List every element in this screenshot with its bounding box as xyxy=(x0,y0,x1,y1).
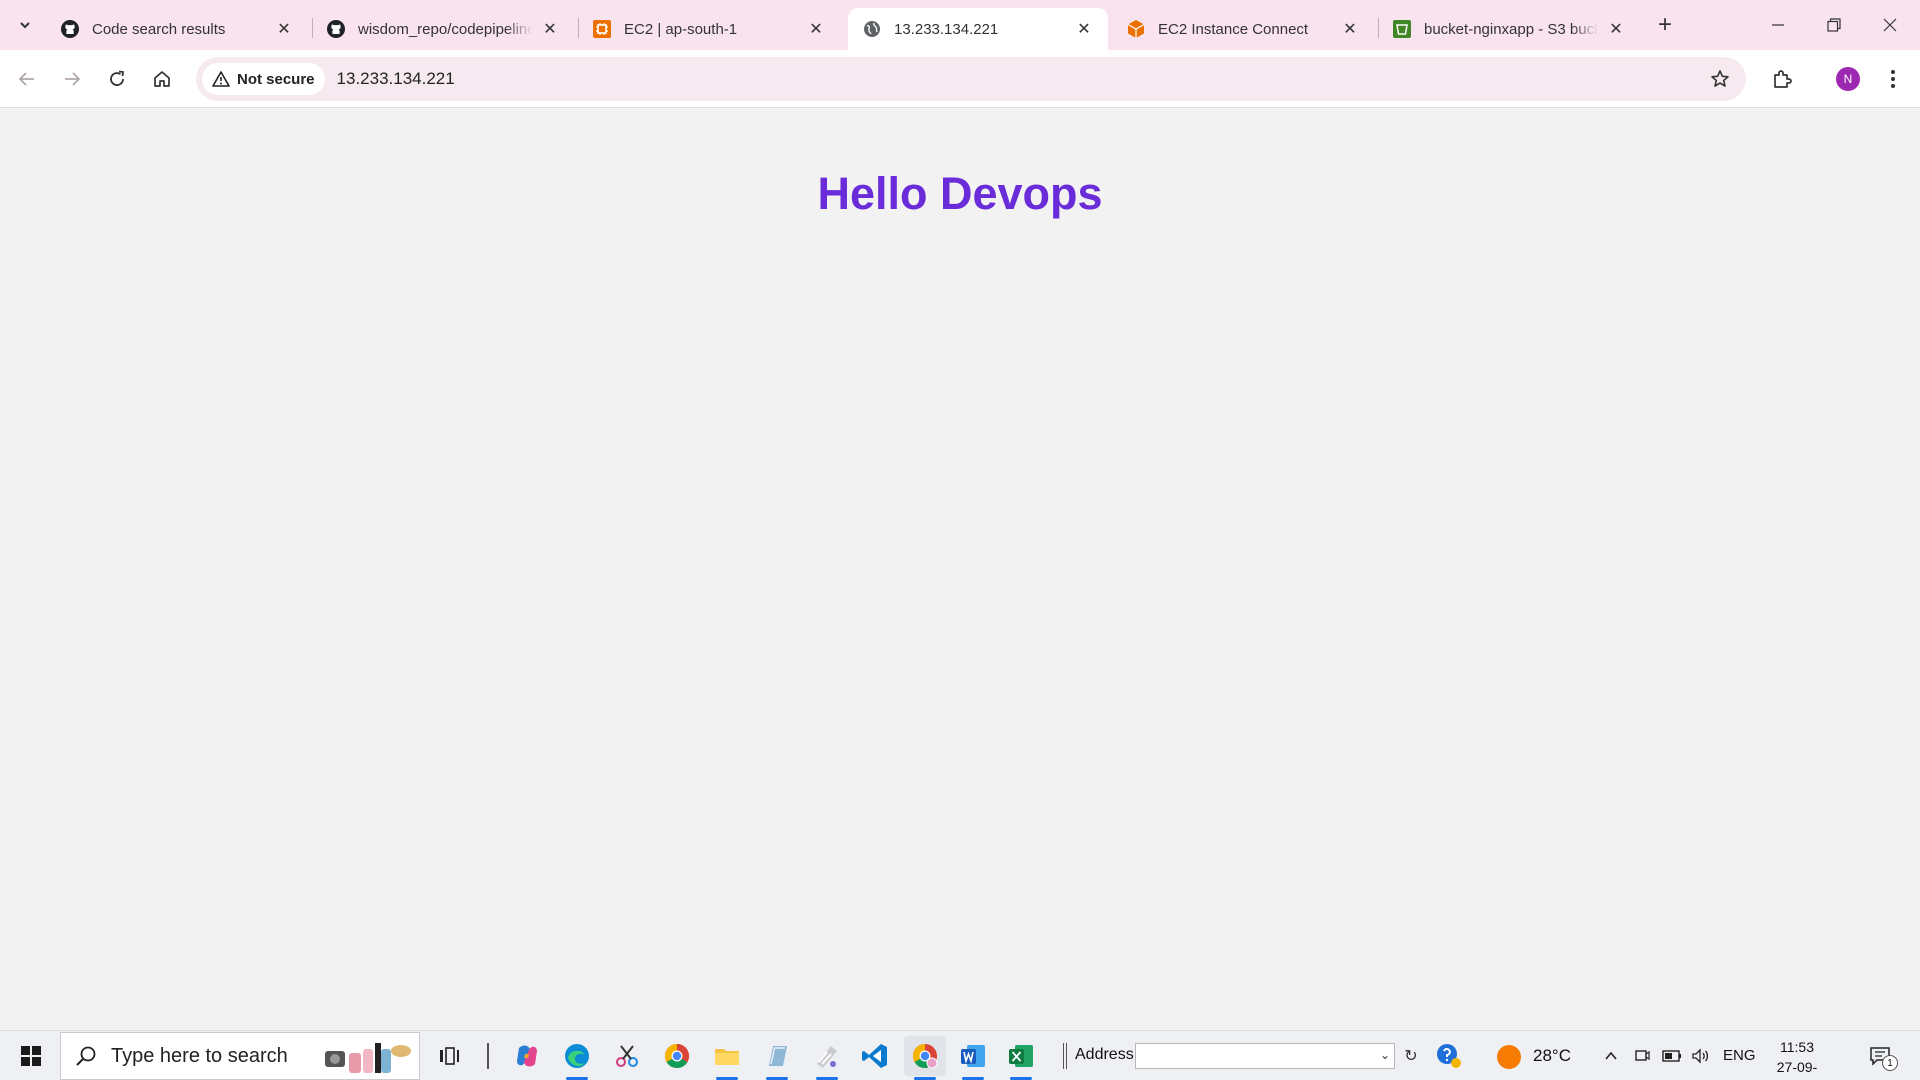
snipping-tool-icon[interactable] xyxy=(606,1036,648,1076)
tab-title: EC2 Instance Connect xyxy=(1158,20,1309,38)
tab-s3-bucket[interactable]: bucket-nginxapp - S3 bucket ✕ xyxy=(1378,8,1640,50)
page-viewport: Hello Devops xyxy=(0,108,1920,1030)
restore-icon[interactable] xyxy=(1806,0,1862,50)
bookmark-star-icon[interactable] xyxy=(1708,67,1732,91)
meet-now-icon[interactable] xyxy=(1631,1044,1653,1068)
tab-wisdom-repo[interactable]: wisdom_repo/codepipeline ✕ xyxy=(312,8,574,50)
vscode-icon[interactable] xyxy=(854,1036,896,1076)
github-icon xyxy=(60,19,80,39)
file-explorer-icon[interactable] xyxy=(706,1036,748,1080)
volume-icon[interactable] xyxy=(1690,1044,1712,1068)
github-icon xyxy=(326,19,346,39)
address-toolbar-label: Address xyxy=(1075,1046,1134,1063)
tab-title: EC2 | ap-south-1 xyxy=(624,20,738,38)
tab-title: 13.233.134.221 xyxy=(894,20,999,38)
weather-sun-icon[interactable] xyxy=(1497,1045,1521,1069)
tab-code-search[interactable]: Code search results ✕ xyxy=(46,8,308,50)
aws-ec2-icon xyxy=(592,19,612,39)
search-placeholder: Type here to search xyxy=(111,1044,288,1067)
reload-icon[interactable] xyxy=(100,62,134,96)
close-tab-icon[interactable]: ✕ xyxy=(1074,19,1094,39)
chrome-active-window-icon[interactable] xyxy=(904,1036,946,1080)
close-tab-icon[interactable]: ✕ xyxy=(540,19,560,39)
close-tab-icon[interactable]: ✕ xyxy=(1606,19,1626,39)
chevron-down-icon[interactable]: ⌄ xyxy=(1380,1048,1390,1062)
tab-title: Code search results xyxy=(92,20,226,38)
close-tab-icon[interactable]: ✕ xyxy=(806,19,826,39)
chrome-icon[interactable] xyxy=(656,1036,698,1076)
browser-toolbar: Not secure 13.233.134.221 N xyxy=(0,50,1920,108)
warning-icon xyxy=(212,70,230,88)
close-tab-icon[interactable]: ✕ xyxy=(274,19,294,39)
page-heading: Hello Devops xyxy=(817,168,1103,219)
system-clock[interactable]: 11:53 27-09-2024 xyxy=(1762,1037,1832,1080)
paint-app-icon[interactable] xyxy=(806,1036,848,1080)
windows-taskbar: Type here to search Address ⌄ ↻ 28°C ENG… xyxy=(0,1030,1920,1080)
tab-ec2-connect[interactable]: EC2 Instance Connect ✕ xyxy=(1112,8,1374,50)
globe-icon xyxy=(862,19,882,39)
taskbar-divider xyxy=(1066,1043,1067,1069)
back-icon[interactable] xyxy=(10,62,44,96)
minimize-icon[interactable] xyxy=(1750,0,1806,50)
show-hidden-icons-chevron-icon[interactable] xyxy=(1600,1044,1622,1068)
new-tab-icon[interactable]: + xyxy=(1650,10,1680,40)
weather-temperature[interactable]: 28°C xyxy=(1533,1046,1571,1066)
clock-time: 11:53 xyxy=(1780,1039,1814,1055)
security-indicator[interactable]: Not secure xyxy=(202,63,325,95)
extensions-puzzle-icon[interactable] xyxy=(1765,62,1799,96)
tab-title: bucket-nginxapp - S3 bucket xyxy=(1424,20,1598,38)
url-text[interactable]: 13.233.134.221 xyxy=(337,69,455,89)
close-window-icon[interactable] xyxy=(1862,0,1918,50)
more-menu-icon[interactable] xyxy=(1878,62,1908,96)
taskbar-divider xyxy=(1063,1043,1064,1069)
address-toolbar-input[interactable]: ⌄ xyxy=(1135,1043,1395,1069)
security-label: Not secure xyxy=(237,70,315,88)
task-view-icon[interactable] xyxy=(428,1036,470,1076)
address-refresh-icon[interactable]: ↻ xyxy=(1400,1043,1422,1069)
search-icon xyxy=(75,1045,97,1067)
aws-cube-icon xyxy=(1126,19,1146,39)
search-highlight-illustration-icon xyxy=(323,1039,413,1075)
tab-strip: Code search results ✕ wisdom_repo/codepi… xyxy=(0,0,1920,50)
windows-start-icon[interactable] xyxy=(8,1036,54,1076)
tab-title: wisdom_repo/codepipeline xyxy=(358,20,532,38)
battery-icon[interactable] xyxy=(1661,1044,1683,1068)
clock-date: 27-09-2024 xyxy=(1776,1059,1818,1080)
aws-s3-icon xyxy=(1392,19,1412,39)
taskbar-search-box[interactable]: Type here to search xyxy=(60,1032,420,1080)
word-icon[interactable] xyxy=(952,1036,994,1080)
tab-ec2[interactable]: EC2 | ap-south-1 ✕ xyxy=(578,8,840,50)
address-bar[interactable]: Not secure 13.233.134.221 xyxy=(196,57,1746,101)
notification-count-badge: 1 xyxy=(1882,1055,1898,1071)
home-icon[interactable] xyxy=(145,62,179,96)
close-tab-icon[interactable]: ✕ xyxy=(1340,19,1360,39)
taskbar-divider xyxy=(487,1043,489,1069)
profile-avatar[interactable]: N xyxy=(1836,67,1860,91)
tab-search-icon[interactable] xyxy=(10,10,40,40)
excel-icon[interactable] xyxy=(1000,1036,1042,1080)
input-language-indicator[interactable]: ENG xyxy=(1723,1047,1756,1064)
edge-browser-icon[interactable] xyxy=(556,1036,598,1080)
notepad-app-icon[interactable] xyxy=(756,1036,798,1080)
forward-icon[interactable] xyxy=(55,62,89,96)
help-icon[interactable] xyxy=(1428,1036,1470,1076)
tab-active-ip[interactable]: 13.233.134.221 ✕ xyxy=(848,8,1108,50)
copilot-icon[interactable] xyxy=(506,1036,548,1076)
